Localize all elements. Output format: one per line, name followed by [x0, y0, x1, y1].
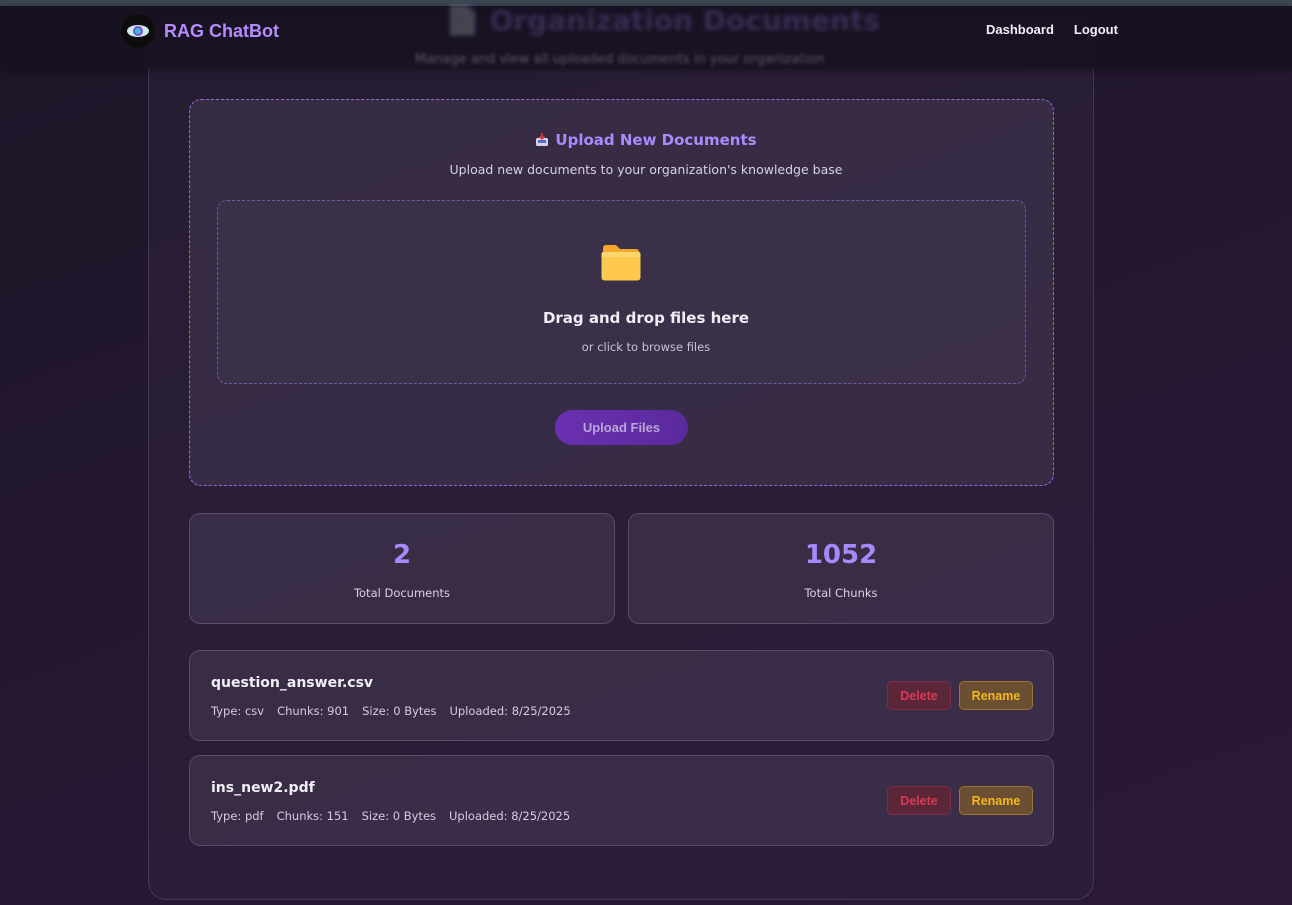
delete-button[interactable]: Delete: [887, 786, 951, 815]
document-name: question_answer.csv: [211, 675, 374, 691]
brand[interactable]: RAG ChatBot: [121, 14, 279, 48]
document-row: question_answer.csv Type: csv Chunks: 90…: [189, 650, 1054, 741]
total-chunks-value: 1052: [804, 540, 878, 570]
nav-logout-link[interactable]: Logout: [1074, 22, 1118, 37]
document-chunks: Chunks: 151: [276, 809, 349, 823]
document-size: Size: 0 Bytes: [362, 704, 437, 718]
delete-button[interactable]: Delete: [887, 681, 951, 710]
eye-logo-icon: [121, 14, 155, 48]
document-meta: Type: pdf Chunks: 151 Size: 0 Bytes Uplo…: [211, 809, 583, 823]
file-dropzone[interactable]: [217, 200, 1026, 384]
document-chunks: Chunks: 901: [277, 704, 350, 718]
total-chunks-label: Total Chunks: [804, 586, 878, 600]
rename-button[interactable]: Rename: [959, 786, 1033, 815]
document-row: ins_new2.pdf Type: pdf Chunks: 151 Size:…: [189, 755, 1054, 846]
document-type: Type: csv: [211, 704, 265, 718]
page-title-behind-navbar: 📄 Organization Documents: [445, 4, 880, 37]
total-documents-label: Total Documents: [353, 586, 451, 600]
folder-icon: [601, 245, 641, 281]
stat-card-documents: 2 Total Documents: [189, 513, 615, 624]
document-uploaded: Uploaded: 8/25/2025: [449, 704, 571, 718]
document-type: Type: pdf: [211, 809, 264, 823]
document-name: ins_new2.pdf: [211, 780, 315, 796]
brand-name: RAG ChatBot: [164, 20, 279, 41]
upload-title: Upload New Documents: [0, 131, 1292, 149]
document-uploaded: Uploaded: 8/25/2025: [449, 809, 571, 823]
nav-dashboard-link[interactable]: Dashboard: [986, 22, 1054, 37]
document-size: Size: 0 Bytes: [361, 809, 437, 823]
total-documents-value: 2: [392, 540, 412, 570]
rename-button[interactable]: Rename: [959, 681, 1033, 710]
dropzone-subtitle: or click to browse files: [581, 340, 711, 354]
upload-title-text: Upload New Documents: [555, 131, 757, 149]
inbox-tray-icon: [536, 133, 549, 146]
upload-subtitle: Upload new documents to your organizatio…: [449, 162, 843, 177]
upload-files-button[interactable]: Upload Files: [555, 410, 688, 445]
page-subtitle-behind-navbar: Manage and view all uploaded documents i…: [415, 52, 825, 67]
stat-card-chunks: 1052 Total Chunks: [628, 513, 1054, 624]
dropzone-title: Drag and drop files here: [542, 309, 750, 327]
document-meta: Type: csv Chunks: 901 Size: 0 Bytes Uplo…: [211, 704, 584, 718]
nav-links: Dashboard Logout: [986, 22, 1118, 37]
